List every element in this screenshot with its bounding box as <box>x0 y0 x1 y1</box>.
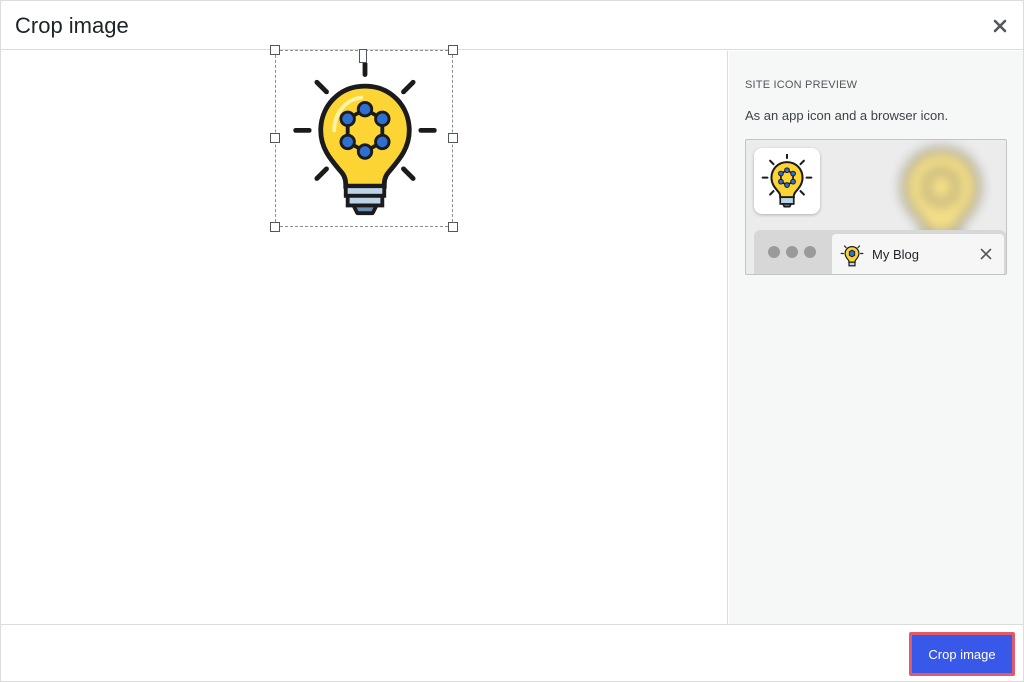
site-icon-preview: My Blog <box>745 139 1007 275</box>
window-dot <box>804 246 816 258</box>
crop-handle-middle-right[interactable] <box>448 133 458 143</box>
crop-handle-bottom-right[interactable] <box>448 222 458 232</box>
browser-tab-preview: My Blog <box>832 234 1004 274</box>
window-dot <box>768 246 780 258</box>
modal-header: Crop image <box>1 1 1023 50</box>
site-icon-preview-panel: Site Icon Preview As an app icon and a b… <box>729 51 1023 624</box>
crop-image-button[interactable]: Crop image <box>914 637 1010 671</box>
browser-tab-title: My Blog <box>872 247 919 262</box>
app-icon-preview <box>754 148 820 214</box>
crop-handle-top-middle[interactable] <box>359 49 367 63</box>
lightbulb-icon <box>293 63 437 216</box>
crop-handle-top-left[interactable] <box>270 45 280 55</box>
close-icon <box>993 19 1007 33</box>
modal-footer: Crop image <box>1 624 1023 681</box>
tab-close-icon <box>976 244 996 264</box>
crop-handle-bottom-left[interactable] <box>270 222 280 232</box>
crop-handle-top-right[interactable] <box>448 45 458 55</box>
crop-selection-box[interactable] <box>270 45 458 232</box>
preview-description: As an app icon and a browser icon. <box>745 108 949 123</box>
crop-image-button-highlight: Crop image <box>909 632 1015 676</box>
crop-image-modal: Crop image SITE ICON PREVIEW As an app i… <box>0 0 1024 682</box>
crop-area[interactable] <box>1 45 728 624</box>
lightbulb-icon <box>761 154 813 208</box>
modal-title: Crop image <box>15 13 129 38</box>
window-dot <box>786 246 798 258</box>
modal-close-button[interactable] <box>987 13 1013 39</box>
crop-handle-middle-left[interactable] <box>270 133 280 143</box>
browser-bar-preview: My Blog <box>754 230 1006 274</box>
preview-heading: Site Icon Preview <box>745 79 858 91</box>
lightbulb-icon <box>840 245 864 267</box>
